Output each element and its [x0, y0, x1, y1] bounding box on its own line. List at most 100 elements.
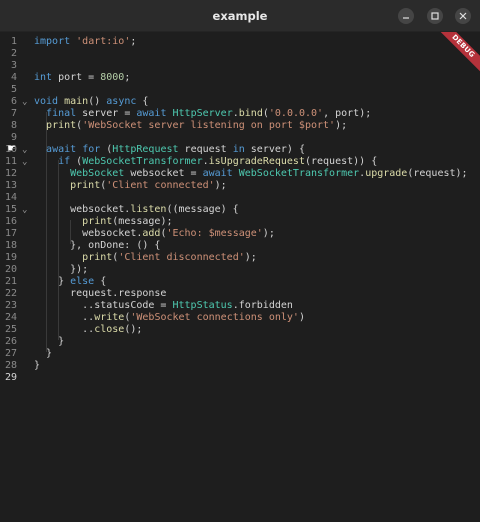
- code-token: websocket.: [34, 204, 131, 215]
- code-line[interactable]: 2: [0, 48, 480, 60]
- code-line[interactable]: 15 ⌄ websocket.listen((message) {: [0, 204, 480, 216]
- code-line[interactable]: 3: [0, 60, 480, 72]
- line-number: 21: [4, 276, 17, 287]
- code-token: port =: [52, 72, 101, 83]
- code-token: server) {: [244, 144, 305, 155]
- code-line[interactable]: 9: [0, 132, 480, 144]
- code-token: 'dart:io': [76, 36, 131, 47]
- code-token: in: [232, 144, 245, 155]
- code-token: ();: [124, 324, 143, 335]
- minimize-button[interactable]: [398, 8, 414, 24]
- fold-chevron-icon[interactable]: ⌄: [22, 204, 27, 216]
- code-line[interactable]: 25 ..close();: [0, 324, 480, 336]
- code-line[interactable]: 10 ⌄ await for (HttpRequest request in se…: [0, 144, 480, 156]
- code-line[interactable]: 24 ..write('WebSocket connections only'): [0, 312, 480, 324]
- code-token: import: [34, 36, 71, 47]
- code-token: 'Client connected': [106, 180, 215, 191]
- code-line[interactable]: 12 WebSocket websocket = await WebSocket…: [0, 168, 480, 180]
- code-line[interactable]: 18 }, onDone: () {: [0, 240, 480, 252]
- line-number: 14: [4, 192, 17, 203]
- code-text: request.response: [34, 288, 166, 300]
- code-token: listen: [130, 204, 167, 215]
- fold-chevron-icon[interactable]: ⌄: [22, 144, 27, 156]
- code-token: WebSocketTransformer: [82, 156, 203, 167]
- code-token: print: [70, 180, 101, 191]
- code-line[interactable]: 28}: [0, 360, 480, 372]
- code-line[interactable]: 6 ⌄ void main() async {: [0, 96, 480, 108]
- code-line[interactable]: 20 });: [0, 264, 480, 276]
- code-token: 'WebSocket server listening on port $por…: [82, 120, 336, 131]
- code-line[interactable]: 27 }: [0, 348, 480, 360]
- code-token: server =: [76, 108, 137, 119]
- code-token: write: [94, 312, 125, 323]
- code-token: }, onDone: () {: [34, 240, 161, 251]
- close-icon: [459, 12, 467, 20]
- fold-chevron-icon[interactable]: ⌄: [22, 156, 27, 168]
- code-text: ..statusCode = HttpStatus.forbidden: [34, 300, 293, 312]
- code-token: (request);: [407, 168, 468, 179]
- code-text: import 'dart:io';: [34, 36, 136, 48]
- code-token: );: [244, 252, 257, 263]
- code-token: isUpgradeRequest: [208, 156, 305, 167]
- line-number: 26: [4, 336, 17, 347]
- code-token: 'Client disconnected': [118, 252, 245, 263]
- code-token: (): [88, 96, 107, 107]
- code-token: .forbidden: [232, 300, 293, 311]
- fold-chevron-icon[interactable]: ⌄: [22, 96, 27, 108]
- code-token: WebSocket: [70, 168, 125, 179]
- line-number: 3: [10, 60, 17, 71]
- code-token: (message);: [112, 216, 173, 227]
- code-editor[interactable]: 1 import 'dart:io'; 2 3 4 int port = 8000; 5 6 ⌄…: [0, 32, 480, 522]
- code-line[interactable]: 8 print('WebSocket server listening on p…: [0, 120, 480, 132]
- line-number: 23: [4, 300, 17, 311]
- code-token: int: [34, 72, 53, 83]
- code-line[interactable]: 13 print('Client connected');: [0, 180, 480, 192]
- code-line[interactable]: 11 ⌄ if (WebSocketTransformer.isUpgradeRe…: [0, 156, 480, 168]
- line-number: 22: [4, 288, 17, 299]
- code-token: ..: [34, 324, 95, 335]
- code-token: {: [136, 96, 149, 107]
- close-button[interactable]: [455, 8, 471, 24]
- code-text: int port = 8000;: [34, 72, 130, 84]
- code-line[interactable]: 22 request.response: [0, 288, 480, 300]
- line-number: 4: [10, 72, 17, 83]
- code-token: ((message) {: [166, 204, 239, 215]
- code-line[interactable]: 5: [0, 84, 480, 96]
- code-text: WebSocket websocket = await WebSocketTra…: [34, 168, 468, 180]
- code-token: (: [100, 144, 113, 155]
- code-token: HttpRequest: [112, 144, 179, 155]
- code-text: }: [34, 348, 52, 360]
- code-text: print('Client disconnected');: [34, 252, 257, 264]
- code-token: add: [142, 228, 161, 239]
- code-token: ..: [34, 312, 95, 323]
- code-line[interactable]: 21 } else {: [0, 276, 480, 288]
- code-line[interactable]: 23 ..statusCode = HttpStatus.forbidden: [0, 300, 480, 312]
- code-token: ;: [130, 36, 137, 47]
- line-number: 7: [10, 108, 17, 119]
- code-token: '0.0.0.0': [268, 108, 324, 119]
- code-line[interactable]: 17 websocket.add('Echo: $message');: [0, 228, 480, 240]
- code-token: print: [82, 252, 113, 263]
- code-line[interactable]: 1 import 'dart:io';: [0, 36, 480, 48]
- code-token: }: [34, 276, 71, 287]
- code-token: );: [262, 228, 275, 239]
- code-line[interactable]: 26 }: [0, 336, 480, 348]
- code-token: 8000: [100, 72, 125, 83]
- code-token: void: [34, 96, 59, 107]
- code-line[interactable]: 7 final server = await HttpServer.bind('…: [0, 108, 480, 120]
- maximize-button[interactable]: [427, 8, 443, 24]
- code-line[interactable]: 16 print(message);: [0, 216, 480, 228]
- code-text: print('Client connected');: [34, 180, 227, 192]
- code-token: for: [82, 144, 101, 155]
- code-line[interactable]: 19 print('Client disconnected');: [0, 252, 480, 264]
- code-line[interactable]: 14: [0, 192, 480, 204]
- line-number: 8: [10, 120, 17, 131]
- code-text: final server = await HttpServer.bind('0.…: [34, 108, 371, 120]
- code-line[interactable]: 29: [0, 372, 480, 384]
- code-line[interactable]: 4 int port = 8000;: [0, 72, 480, 84]
- code-token: else: [70, 276, 95, 287]
- code-token: print: [46, 120, 77, 131]
- code-text: ..write('WebSocket connections only'): [34, 312, 305, 324]
